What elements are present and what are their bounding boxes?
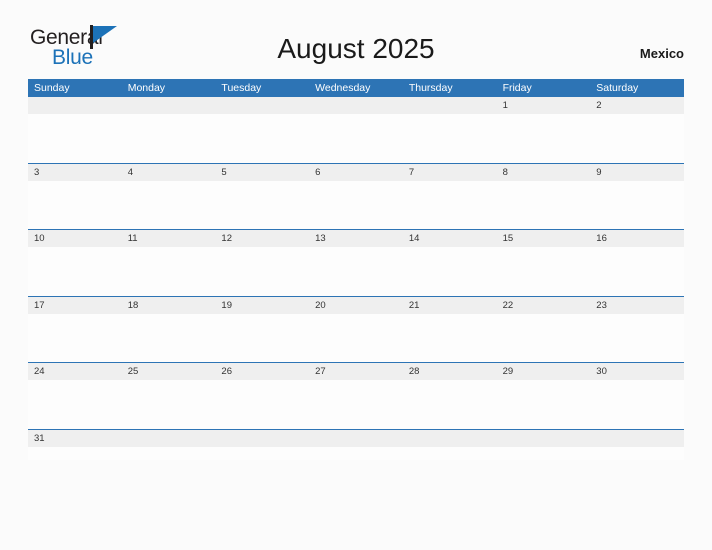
week-row: 24 25 26 27 28 29 30 — [28, 363, 684, 430]
calendar-page: General Blue August 2025 Mexico Sunday M… — [0, 0, 712, 550]
day-cell[interactable]: 30 — [590, 363, 684, 380]
day-cell[interactable]: 7 — [403, 164, 497, 181]
calendar-grid: Sunday Monday Tuesday Wednesday Thursday… — [28, 79, 684, 460]
week-date-band: 17 18 19 20 21 22 23 — [28, 296, 684, 314]
day-cell[interactable] — [215, 430, 309, 447]
day-cell[interactable]: 1 — [497, 97, 591, 114]
day-cell[interactable]: 26 — [215, 363, 309, 380]
day-cell[interactable]: 15 — [497, 230, 591, 247]
day-cell[interactable] — [590, 430, 684, 447]
day-cell[interactable]: 19 — [215, 297, 309, 314]
week-event-area[interactable] — [28, 380, 684, 428]
day-cell[interactable]: 20 — [309, 297, 403, 314]
week-date-band: 10 11 12 13 14 15 16 — [28, 230, 684, 247]
page-title: August 2025 — [277, 33, 435, 64]
day-cell[interactable]: 14 — [403, 230, 497, 247]
day-cell[interactable] — [497, 430, 591, 447]
weekday-header-thursday: Thursday — [408, 82, 453, 94]
week-date-band: 3 4 5 6 7 8 9 — [28, 163, 684, 181]
day-cell[interactable] — [28, 97, 122, 114]
week-date-band: 24 25 26 27 28 29 30 — [28, 363, 684, 380]
week-row: 1 2 — [28, 97, 684, 164]
day-cell[interactable]: 29 — [497, 363, 591, 380]
day-cell[interactable]: 11 — [122, 230, 216, 247]
day-cell[interactable]: 16 — [590, 230, 684, 247]
week-row: 17 18 19 20 21 22 23 — [28, 296, 684, 363]
day-cell[interactable]: 13 — [309, 230, 403, 247]
weekday-header-monday: Monday — [127, 82, 166, 94]
week-row: 10 11 12 13 14 15 16 — [28, 230, 684, 297]
weekday-header-sunday: Sunday — [34, 82, 70, 94]
weekday-header-wednesday: Wednesday — [315, 82, 371, 94]
day-cell[interactable]: 27 — [309, 363, 403, 380]
day-cell[interactable]: 21 — [403, 297, 497, 314]
day-cell[interactable]: 3 — [28, 164, 122, 181]
day-cell[interactable]: 12 — [215, 230, 309, 247]
week-date-band: 1 2 — [28, 97, 684, 114]
day-cell[interactable] — [403, 97, 497, 114]
day-cell[interactable]: 23 — [590, 297, 684, 314]
week-row: 3 4 5 6 7 8 9 — [28, 163, 684, 230]
day-cell[interactable]: 4 — [122, 164, 216, 181]
week-event-area[interactable] — [28, 313, 684, 362]
day-cell[interactable]: 5 — [215, 164, 309, 181]
weekday-header-tuesday: Tuesday — [221, 82, 262, 94]
week-date-band: 31 — [28, 429, 684, 447]
day-cell[interactable]: 2 — [590, 97, 684, 114]
day-cell[interactable]: 25 — [122, 363, 216, 380]
day-cell[interactable]: 18 — [122, 297, 216, 314]
week-row: 31 — [28, 429, 684, 460]
day-cell[interactable]: 8 — [497, 164, 591, 181]
weekday-header-row: Sunday Monday Tuesday Wednesday Thursday… — [28, 79, 684, 97]
week-event-area[interactable] — [28, 114, 684, 162]
week-event-area[interactable] — [28, 446, 684, 460]
day-cell[interactable]: 10 — [28, 230, 122, 247]
day-cell[interactable]: 17 — [28, 297, 122, 314]
day-cell[interactable]: 6 — [309, 164, 403, 181]
day-cell[interactable]: 24 — [28, 363, 122, 380]
country-label: Mexico — [639, 46, 684, 61]
day-cell[interactable] — [122, 97, 216, 114]
day-cell[interactable]: 28 — [403, 363, 497, 380]
day-cell[interactable]: 9 — [590, 164, 684, 181]
day-cell[interactable] — [309, 97, 403, 114]
day-cell[interactable]: 22 — [497, 297, 591, 314]
weekday-header-saturday: Saturday — [596, 82, 639, 94]
day-cell[interactable] — [403, 430, 497, 447]
page-header: General Blue August 2025 Mexico — [0, 0, 712, 68]
week-event-area[interactable] — [28, 180, 684, 229]
day-cell[interactable]: 31 — [28, 430, 122, 447]
week-event-area[interactable] — [28, 247, 684, 295]
day-cell[interactable] — [215, 97, 309, 114]
day-cell[interactable] — [122, 430, 216, 447]
weekday-header-friday: Friday — [502, 82, 532, 94]
day-cell[interactable] — [309, 430, 403, 447]
